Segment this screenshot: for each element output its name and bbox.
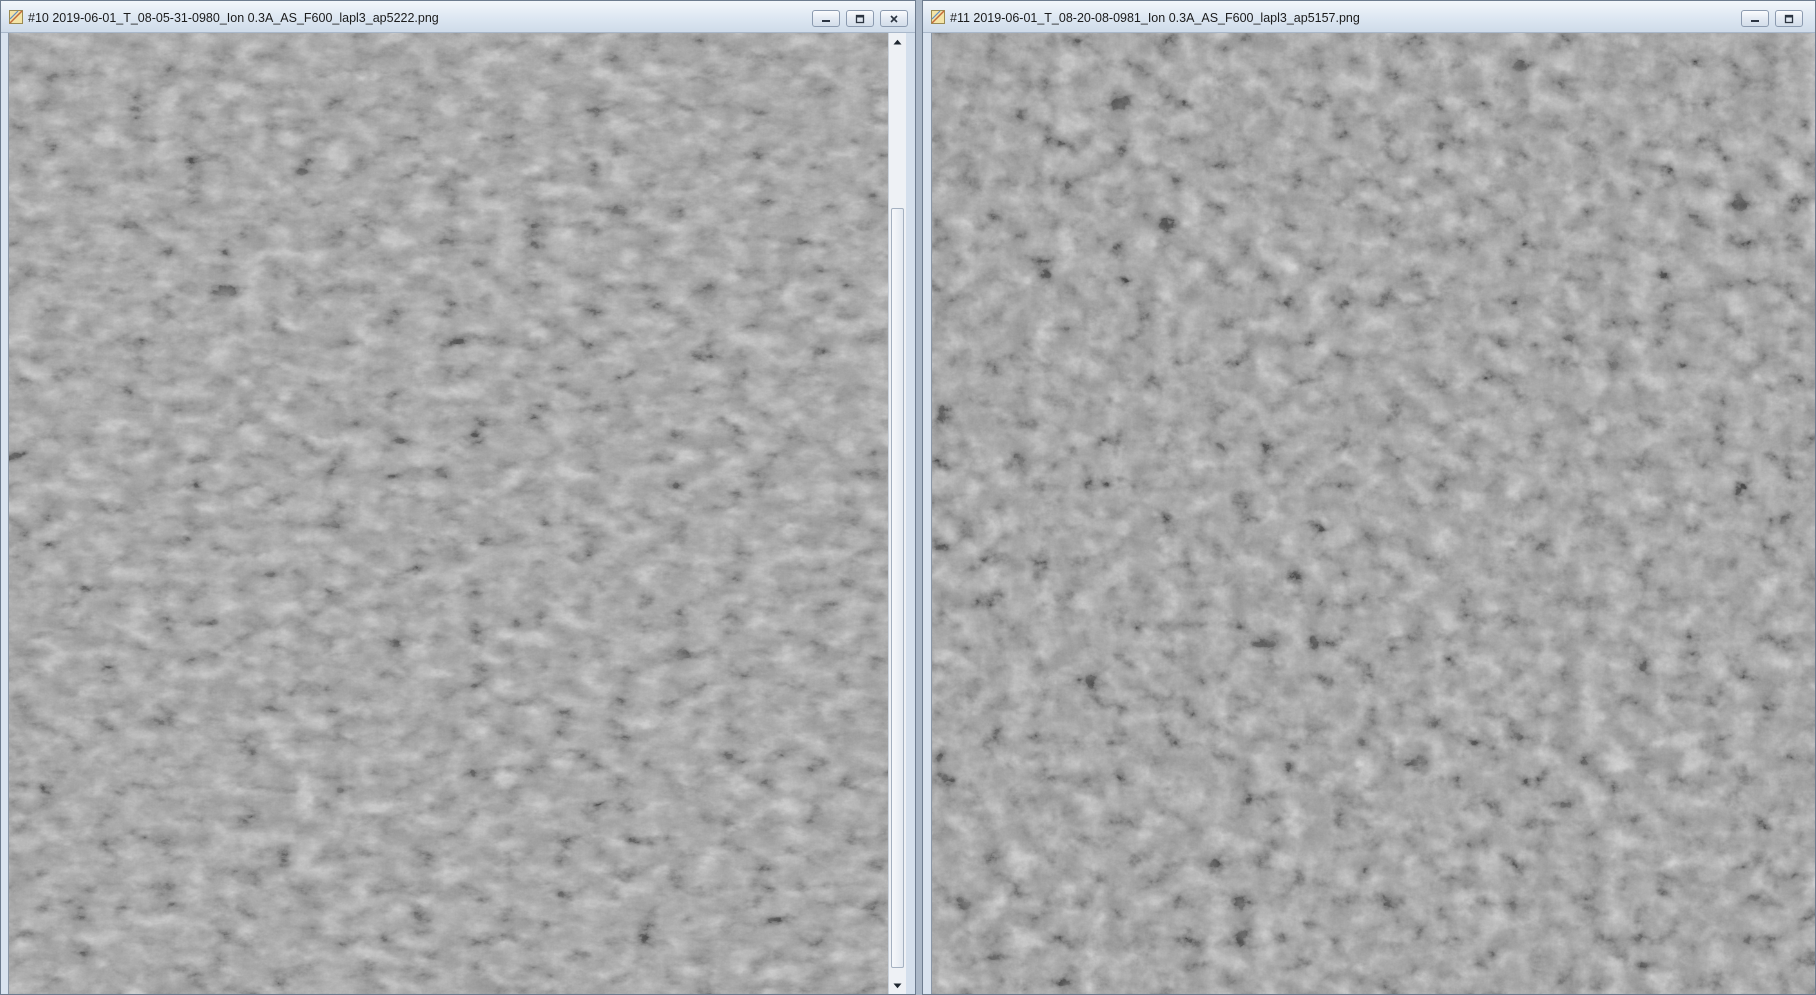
minimize-icon xyxy=(822,19,830,22)
minimize-button[interactable] xyxy=(1741,10,1769,27)
scroll-up-arrow-icon xyxy=(893,39,902,44)
minimize-icon xyxy=(1751,19,1759,22)
scroll-down-button[interactable] xyxy=(889,977,906,994)
image-window-left[interactable]: #10 2019-06-01_T_08-05-31-0980_Ion 0.3A_… xyxy=(0,0,916,995)
window-frame-edge xyxy=(906,33,915,994)
window-title: #10 2019-06-01_T_08-05-31-0980_Ion 0.3A_… xyxy=(28,11,439,25)
close-button[interactable] xyxy=(880,10,908,27)
minimize-button[interactable] xyxy=(812,10,840,27)
image-document-icon xyxy=(9,10,23,24)
scroll-up-button[interactable] xyxy=(889,33,906,50)
solar-image-left[interactable] xyxy=(8,33,888,994)
chromosphere-image xyxy=(9,33,888,994)
window-title: #11 2019-06-01_T_08-20-08-0981_Ion 0.3A_… xyxy=(950,11,1360,25)
solar-image-right[interactable] xyxy=(931,33,1815,994)
image-window-right[interactable]: #11 2019-06-01_T_08-20-08-0981_Ion 0.3A_… xyxy=(922,0,1816,995)
maximize-icon xyxy=(855,14,865,23)
scroll-down-arrow-icon xyxy=(893,983,902,988)
window-titlebar[interactable]: #10 2019-06-01_T_08-05-31-0980_Ion 0.3A_… xyxy=(1,1,915,33)
maximize-button[interactable] xyxy=(846,10,874,27)
vertical-scrollbar[interactable] xyxy=(888,33,906,994)
window-titlebar[interactable]: #11 2019-06-01_T_08-20-08-0981_Ion 0.3A_… xyxy=(923,1,1815,33)
scrollbar-thumb[interactable] xyxy=(891,208,904,968)
maximize-button[interactable] xyxy=(1775,10,1803,27)
close-icon xyxy=(890,14,898,23)
image-document-icon xyxy=(931,10,945,24)
chromosphere-image xyxy=(932,33,1815,994)
maximize-icon xyxy=(1784,14,1794,23)
